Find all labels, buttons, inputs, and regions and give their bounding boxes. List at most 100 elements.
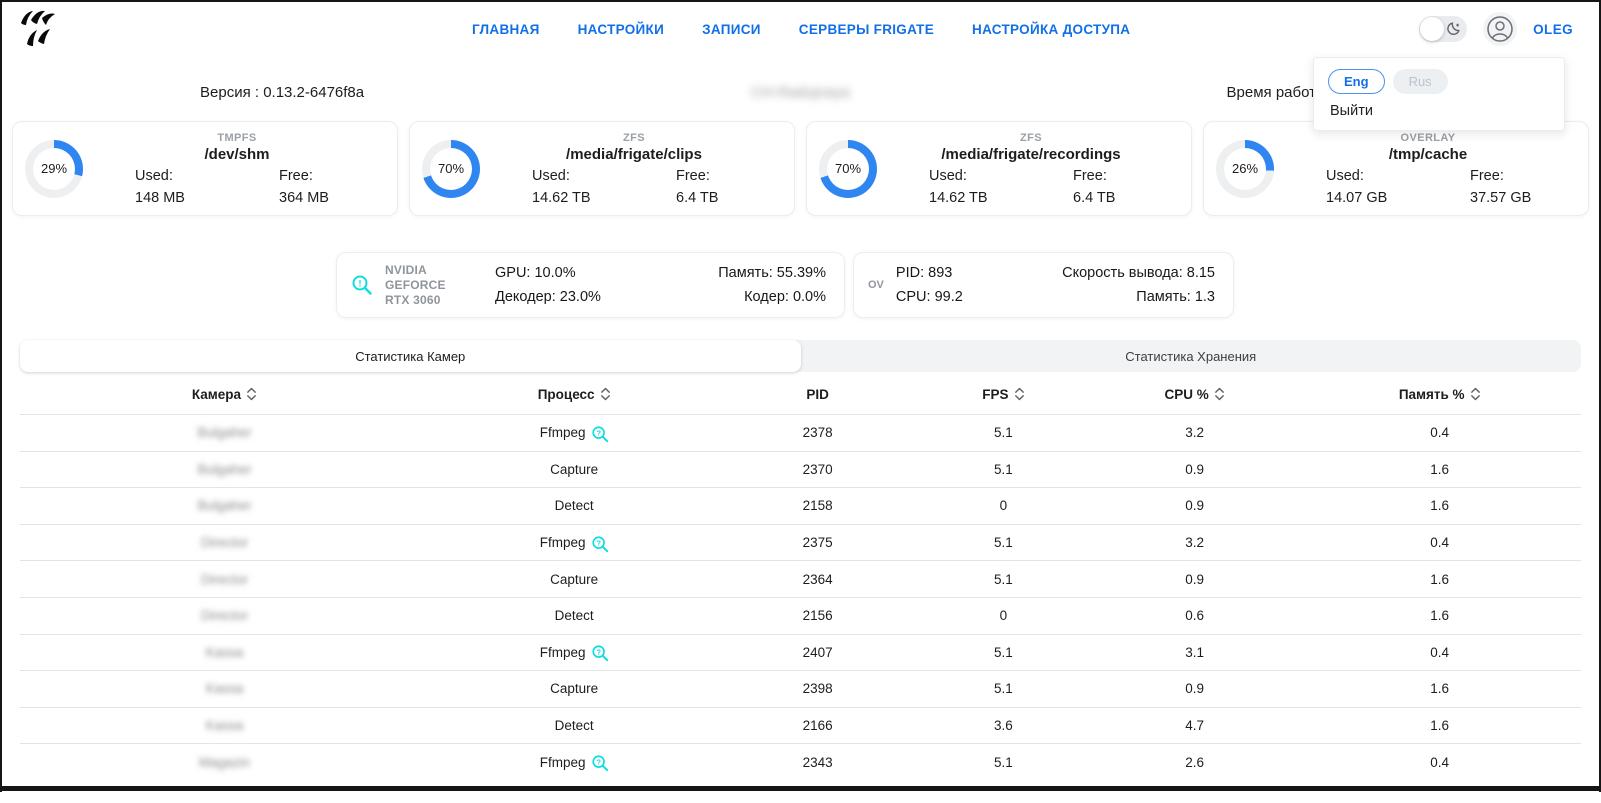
ffmpeg-info-search-icon[interactable]: ? (591, 535, 609, 553)
cpu-cell: 0.9 (1091, 498, 1299, 513)
pid-cell: 2166 (719, 718, 916, 733)
sort-icon[interactable] (1214, 387, 1225, 401)
fs-type-label: TMPFS (93, 132, 381, 144)
sort-icon[interactable] (1470, 387, 1481, 401)
fps-cell: 5.1 (916, 535, 1091, 550)
used-label: Used: (929, 168, 1031, 184)
storage-card-body: OVERLAY /tmp/cache Used: 14.07 GB Free: … (1274, 132, 1572, 206)
ffmpeg-info-search-icon[interactable]: ? (591, 425, 609, 443)
mem-cell: 0.4 (1298, 425, 1581, 440)
usage-donut: 70% (819, 140, 877, 198)
nav-item[interactable]: НАСТРОЙКИ (578, 22, 665, 37)
logout-button[interactable]: Выйти (1328, 103, 1550, 119)
camera-cell: Bulgaher (20, 462, 429, 477)
svg-text:?: ? (596, 758, 601, 767)
free-value: 37.57 GB (1470, 190, 1572, 206)
gpu-stats: GPU: 10.0% Декодер: 23.0% Память: 55.39%… (495, 261, 826, 309)
column-label: PID (806, 387, 829, 402)
sort-icon[interactable] (1014, 387, 1025, 401)
cpu-cell: 3.2 (1091, 425, 1299, 440)
usage-percent-label: 70% (430, 148, 472, 190)
vainfo-search-icon[interactable]: ! (351, 274, 373, 296)
cpu-cell: 3.1 (1091, 645, 1299, 660)
fps-cell: 5.1 (916, 755, 1091, 770)
nav-item[interactable]: НАСТРОЙКА ДОСТУПА (972, 22, 1130, 37)
svg-text:?: ? (596, 648, 601, 657)
pid-cell: 2370 (719, 462, 916, 477)
gpu-stats-card: ! NVIDIA GEFORCE RTX 3060 GPU: 10.0% Дек… (336, 252, 845, 318)
camera-cell: Bulgaher (20, 498, 429, 513)
used-label: Used: (532, 168, 634, 184)
fps-cell: 5.1 (916, 572, 1091, 587)
ov-memory: Память: 1.3 (1062, 285, 1215, 309)
language-switcher: Eng Rus (1328, 69, 1550, 94)
nav-item[interactable]: ЗАПИСИ (702, 22, 761, 37)
used-value: 148 MB (135, 190, 237, 206)
main-nav: ГЛАВНАЯ НАСТРОЙКИ ЗАПИСИ СЕРВЕРЫ FRIGATE НАС… (472, 0, 1130, 58)
nav-item[interactable]: СЕРВЕРЫ FRIGATE (799, 22, 934, 37)
toggle-knob[interactable] (1420, 17, 1444, 41)
table-header-cell[interactable]: Камера (20, 387, 429, 402)
fps-cell: 0 (916, 608, 1091, 623)
ov-label: OV (868, 279, 884, 291)
process-label: Ffmpeg (540, 425, 586, 440)
used-free-grid: Used: 14.07 GB Free: 37.57 GB (1284, 168, 1572, 206)
fps-cell: 5.1 (916, 425, 1091, 440)
used-label: Used: (1326, 168, 1428, 184)
ffmpeg-info-search-icon[interactable]: ? (591, 754, 609, 772)
column-label: FPS (982, 387, 1008, 402)
used-label: Used: (135, 168, 237, 184)
nav-item[interactable]: ГЛАВНАЯ (472, 22, 540, 37)
user-avatar[interactable] (1483, 12, 1517, 46)
storage-card: 70% ZFS /media/frigate/clips Used: 14.62… (409, 121, 795, 216)
stats-tabs: Статистика КамерСтатистика Хранения (20, 340, 1581, 372)
table-header-cell[interactable]: Память % (1298, 387, 1581, 402)
pid-cell: 2407 (719, 645, 916, 660)
language-option[interactable]: Eng (1328, 69, 1385, 94)
table-row: Bulgaher Ffmpeg ? 2378 5.1 3.2 0.4 (20, 414, 1581, 451)
free-label: Free: (1470, 168, 1572, 184)
mount-path: /media/frigate/recordings (887, 146, 1175, 163)
process-cell: Detect ? (429, 608, 719, 623)
sort-icon[interactable] (600, 387, 611, 401)
process-label: Detect (555, 498, 594, 513)
pid-cell: 2364 (719, 572, 916, 587)
cpu-cell: 0.9 (1091, 462, 1299, 477)
mount-path: /tmp/cache (1284, 146, 1572, 163)
language-option[interactable]: Rus (1393, 69, 1448, 94)
mem-cell: 0.4 (1298, 535, 1581, 550)
table-header-cell[interactable]: PID (719, 387, 916, 402)
table-header-cell[interactable]: FPS (916, 387, 1091, 402)
ov-stats-left: PID: 893 CPU: 99.2 (896, 261, 963, 309)
sort-icon[interactable] (246, 387, 257, 401)
person-icon (1485, 14, 1515, 44)
process-label: Capture (550, 462, 598, 477)
fs-type-label: OVERLAY (1284, 132, 1572, 144)
table-body: Bulgaher Ffmpeg ? 2378 5.1 3.2 0.4 Bu (20, 414, 1581, 780)
usage-percent-label: 29% (33, 148, 75, 190)
storage-card: 26% OVERLAY /tmp/cache Used: 14.07 GB Fr… (1203, 121, 1589, 216)
table-row: Kassa Capture ? 2398 5.1 0.9 1.6 (20, 670, 1581, 707)
cpu-cell: 0.9 (1091, 572, 1299, 587)
cpu-cell: 2.6 (1091, 755, 1299, 770)
storage-card-body: ZFS /media/frigate/clips Used: 14.62 TB … (480, 132, 778, 206)
stats-tab[interactable]: Статистика Хранения (801, 340, 1582, 372)
stats-tab[interactable]: Статистика Камер (20, 340, 801, 372)
usage-donut: 70% (422, 140, 480, 198)
ffmpeg-info-search-icon[interactable]: ? (591, 644, 609, 662)
used-value: 14.07 GB (1326, 190, 1428, 206)
dark-mode-toggle[interactable] (1419, 16, 1467, 42)
fps-cell: 5.1 (916, 681, 1091, 696)
frigate-logo-icon[interactable] (14, 8, 60, 52)
gpu-stats-right: Память: 55.39% Кодер: 0.0% (718, 261, 826, 309)
camera-cell: Kassa (20, 718, 429, 733)
process-cell: Capture ? (429, 572, 719, 587)
table-header-cell[interactable]: CPU % (1091, 387, 1299, 402)
svg-text:?: ? (596, 428, 601, 437)
ov-stats-right: Скорость вывода: 8.15 Память: 1.3 (1062, 261, 1215, 309)
username-button[interactable]: OLEG (1533, 22, 1573, 37)
free-cell: Free: 364 MB (237, 168, 381, 206)
table-header-cell[interactable]: Процесс (429, 387, 719, 402)
camera-cell: Magazin (20, 755, 429, 770)
storage-card-body: TMPFS /dev/shm Used: 148 MB Free: 364 MB (83, 132, 381, 206)
